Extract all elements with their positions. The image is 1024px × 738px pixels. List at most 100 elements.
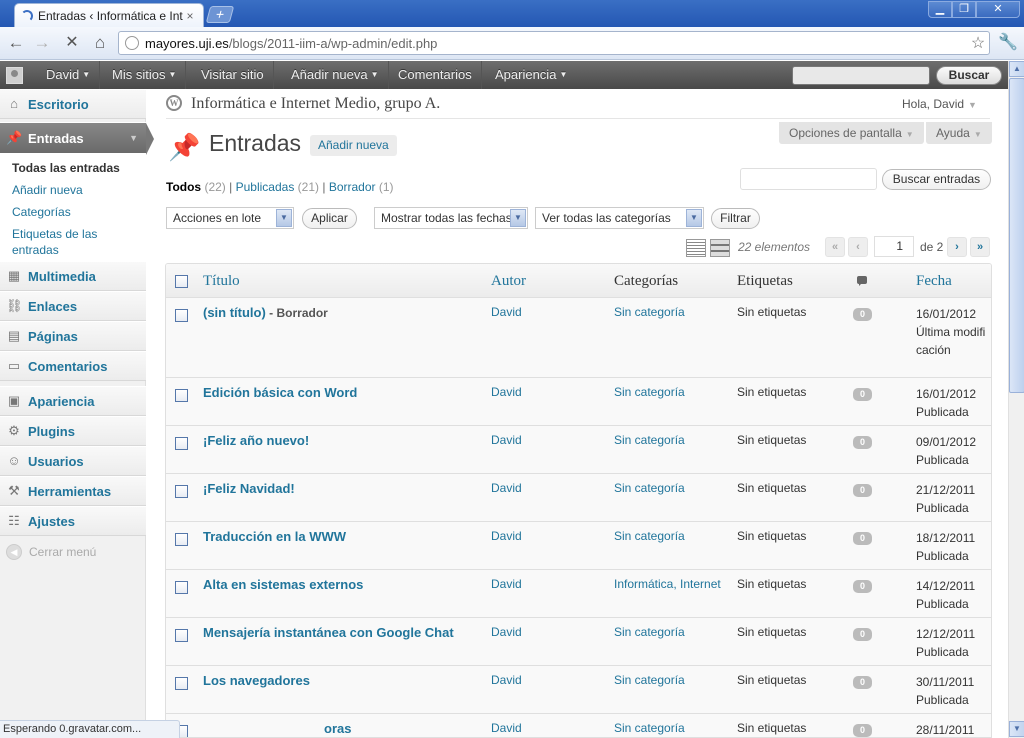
comment-count-badge[interactable]: 0	[853, 676, 872, 689]
screen-options-button[interactable]: Opciones de pantalla ▼	[779, 122, 924, 144]
comment-count-badge[interactable]: 0	[853, 724, 872, 737]
prev-page-button[interactable]: ‹	[848, 237, 868, 257]
row-checkbox[interactable]	[175, 533, 188, 546]
user-avatar[interactable]	[6, 67, 23, 84]
filter-published[interactable]: Publicadas	[236, 180, 295, 194]
apply-button[interactable]: Aplicar	[302, 208, 357, 229]
column-author[interactable]: Autor	[491, 273, 526, 290]
row-checkbox[interactable]	[175, 581, 188, 594]
sidebar-item-apariencia[interactable]: ▣ Apariencia	[0, 386, 146, 416]
current-page-input[interactable]: 1	[874, 236, 914, 257]
post-author-link[interactable]: David	[491, 305, 522, 319]
filter-draft[interactable]: Borrador	[329, 180, 376, 194]
admin-bar-add-new[interactable]: Añadir nueva ▼	[282, 61, 389, 89]
post-title-link[interactable]: ¡Feliz Navidad!	[203, 481, 295, 496]
post-title-link[interactable]: Los navegadores	[203, 673, 310, 688]
post-category-link[interactable]: Sin categoría	[614, 529, 685, 543]
sidebar-item-ajustes[interactable]: ☷ Ajustes	[0, 506, 146, 536]
post-title-link[interactable]: oras	[324, 721, 351, 736]
add-new-post-button[interactable]: Añadir nueva	[310, 135, 397, 156]
row-checkbox[interactable]	[175, 389, 188, 402]
sidebar-item-escritorio[interactable]: ⌂ Escritorio	[0, 89, 146, 119]
post-author-link[interactable]: David	[491, 625, 522, 639]
scroll-up-arrow-icon[interactable]: ▲	[1009, 61, 1024, 77]
sidebar-item-comentarios[interactable]: ▭ Comentarios	[0, 351, 146, 381]
post-category-link[interactable]: Sin categoría	[614, 433, 685, 447]
next-page-button[interactable]: ›	[947, 237, 967, 257]
collapse-menu-button[interactable]: ◀ Cerrar menú	[6, 544, 96, 560]
sidebar-item-paginas[interactable]: ▤ Páginas	[0, 321, 146, 351]
admin-bar-user-menu[interactable]: David ▼	[37, 61, 101, 89]
sidebar-item-enlaces[interactable]: ⛓ Enlaces	[0, 291, 146, 321]
post-title-link[interactable]: Traducción en la WWW	[203, 529, 346, 544]
scrollbar-thumb[interactable]	[1009, 78, 1024, 393]
scroll-down-arrow-icon[interactable]: ▼	[1009, 721, 1024, 737]
post-author-link[interactable]: David	[491, 433, 522, 447]
submenu-categorias[interactable]: Categorías	[0, 201, 146, 223]
sidebar-item-entradas[interactable]: 📌 Entradas ▼	[0, 122, 154, 155]
post-title-link[interactable]: Edición básica con Word	[203, 385, 357, 400]
comment-count-badge[interactable]: 0	[853, 388, 872, 401]
comment-count-badge[interactable]: 0	[853, 308, 872, 321]
comment-count-badge[interactable]: 0	[853, 628, 872, 641]
select-all-checkbox[interactable]	[175, 275, 188, 288]
filter-all[interactable]: Todos	[166, 180, 201, 194]
sidebar-item-usuarios[interactable]: ☺ Usuarios	[0, 446, 146, 476]
submenu-todas-las-entradas[interactable]: Todas las entradas	[0, 157, 146, 179]
filter-button[interactable]: Filtrar	[711, 208, 760, 229]
column-date[interactable]: Fecha	[916, 273, 952, 290]
sidebar-item-herramientas[interactable]: ⚒ Herramientas	[0, 476, 146, 506]
row-checkbox[interactable]	[175, 309, 188, 322]
chevron-down-icon[interactable]: ▼	[129, 133, 138, 143]
post-category-link[interactable]: Sin categoría	[614, 385, 685, 399]
close-window-icon[interactable]: ✕	[976, 1, 1020, 18]
bulk-actions-select[interactable]: Acciones en lote ▼	[166, 207, 294, 229]
post-category-link[interactable]: Sin categoría	[614, 625, 685, 639]
admin-bar-my-sites[interactable]: Mis sitios ▼	[103, 61, 187, 89]
admin-bar-comments[interactable]: Comentarios	[389, 61, 482, 89]
stop-loading-icon[interactable]: ✕	[60, 32, 84, 54]
vertical-scrollbar[interactable]: ▲ ▼	[1008, 61, 1024, 738]
excerpt-view-icon[interactable]	[710, 239, 730, 257]
row-checkbox[interactable]	[175, 677, 188, 690]
post-author-link[interactable]: David	[491, 481, 522, 495]
back-arrow-icon[interactable]: ←	[4, 32, 28, 54]
submenu-anadir-nueva[interactable]: Añadir nueva	[0, 179, 146, 201]
submenu-etiquetas[interactable]: Etiquetas de las entradas	[0, 223, 146, 261]
sidebar-item-plugins[interactable]: ⚙ Plugins	[0, 416, 146, 446]
minimize-window-icon[interactable]: ▁	[928, 1, 952, 18]
column-title[interactable]: Título	[203, 273, 240, 290]
bookmark-star-icon[interactable]: ☆	[967, 33, 989, 53]
comment-count-badge[interactable]: 0	[853, 484, 872, 497]
wrench-menu-icon[interactable]: 🔧	[996, 32, 1020, 54]
admin-bar-appearance[interactable]: Apariencia ▼	[486, 61, 576, 89]
address-bar[interactable]: mayores.uji.es/blogs/2011-iim-a/wp-admin…	[118, 31, 990, 55]
restore-window-icon[interactable]: ❐	[952, 1, 976, 18]
last-page-button[interactable]: »	[970, 237, 990, 257]
row-checkbox[interactable]	[175, 437, 188, 450]
date-filter-select[interactable]: Mostrar todas las fechas ▼	[374, 207, 528, 229]
forward-arrow-icon[interactable]: →	[30, 32, 54, 54]
post-author-link[interactable]: David	[491, 385, 522, 399]
post-author-link[interactable]: David	[491, 673, 522, 687]
admin-bar-search-button[interactable]: Buscar	[936, 66, 1002, 85]
address-bar-url[interactable]: mayores.uji.es/blogs/2011-iim-a/wp-admin…	[145, 36, 967, 51]
row-checkbox[interactable]	[175, 629, 188, 642]
list-view-icon[interactable]	[686, 239, 706, 257]
comment-bubble-icon[interactable]	[857, 276, 867, 286]
comment-count-badge[interactable]: 0	[853, 532, 872, 545]
tab-close-icon[interactable]: ×	[183, 9, 197, 23]
post-category-link[interactable]: Informática, Internet	[614, 577, 721, 591]
home-icon[interactable]: ⌂	[88, 32, 112, 54]
post-category-link[interactable]: Sin categoría	[614, 481, 685, 495]
search-posts-input[interactable]	[740, 168, 877, 190]
post-author-link[interactable]: David	[491, 529, 522, 543]
post-category-link[interactable]: Sin categoría	[614, 673, 685, 687]
post-title-link[interactable]: Mensajería instantánea con Google Chat	[203, 625, 454, 640]
admin-bar-search-input[interactable]	[792, 66, 930, 85]
post-title-link[interactable]: (sin título) - Borrador	[203, 305, 328, 320]
category-filter-select[interactable]: Ver todas las categorías ▼	[535, 207, 704, 229]
sidebar-item-multimedia[interactable]: ▦ Multimedia	[0, 261, 146, 291]
search-posts-button[interactable]: Buscar entradas	[882, 169, 991, 190]
post-category-link[interactable]: Sin categoría	[614, 305, 685, 319]
